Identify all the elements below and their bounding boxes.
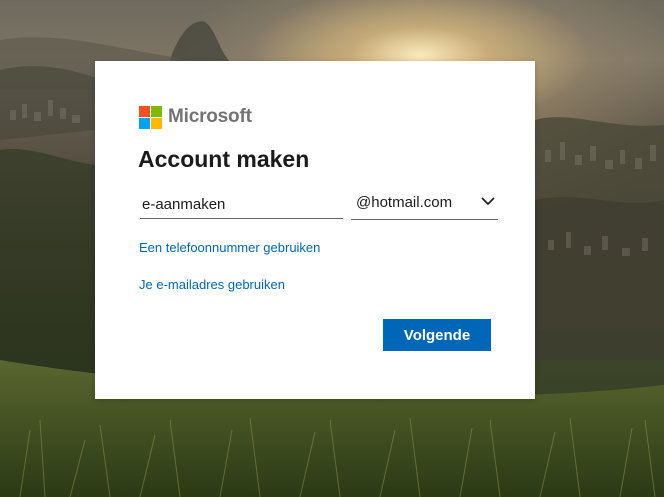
microsoft-logo-icon [139,105,162,129]
logo-square-red [139,105,150,117]
signup-card: Microsoft Account maken @hotmail.com Een… [95,61,535,399]
chevron-down-icon [481,197,495,206]
email-domain-dropdown[interactable]: @hotmail.com [351,189,498,220]
logo-square-green [151,105,162,117]
use-email-address-link[interactable]: Je e-mailadres gebruiken [139,277,285,292]
logo-square-blue [139,117,150,129]
domain-selected-value: @hotmail.com [356,194,453,211]
page-title: Account maken [138,146,310,172]
brand-name: Microsoft [168,106,252,127]
brand-header: Microsoft [139,105,252,129]
next-button[interactable]: Volgende [383,319,491,351]
logo-square-yellow [151,117,162,129]
email-username-input[interactable] [140,191,343,219]
use-phone-number-link[interactable]: Een telefoonnummer gebruiken [139,240,320,255]
